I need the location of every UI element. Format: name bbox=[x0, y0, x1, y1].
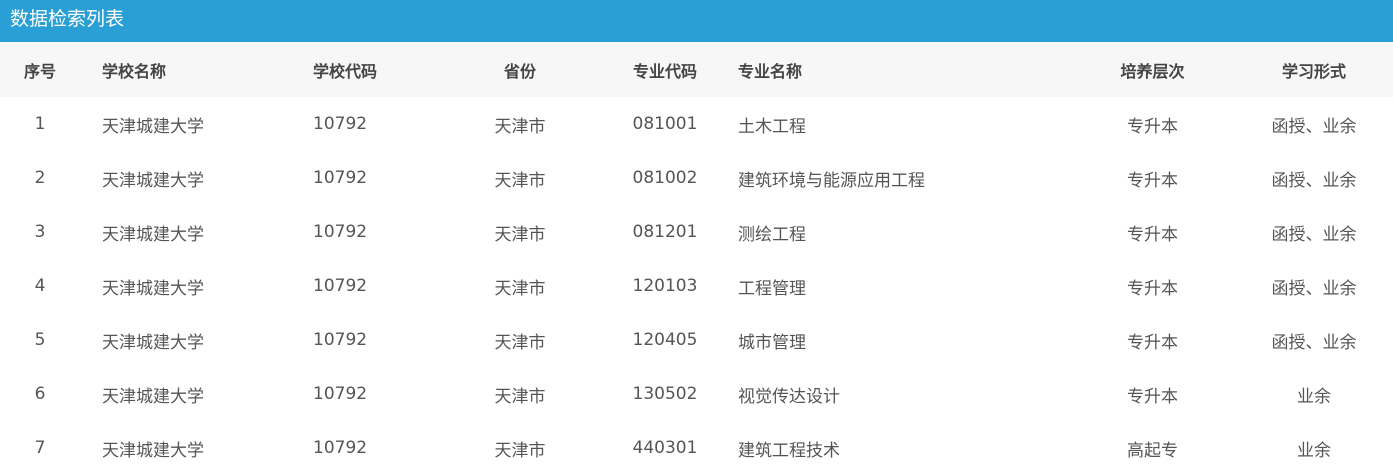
school-code-cell: 10792 bbox=[313, 168, 368, 188]
table-row[interactable]: 7 天津城建大学 10792 天津市 440301 建筑工程技术 高起专 业余 bbox=[0, 421, 1393, 475]
school-code-cell: 10792 bbox=[313, 384, 368, 404]
province-cell: 天津市 bbox=[494, 224, 546, 245]
major-name-cell: 建筑工程技术 bbox=[738, 440, 840, 461]
school-name-cell: 天津城建大学 bbox=[102, 386, 204, 407]
table-row[interactable]: 3 天津城建大学 10792 天津市 081201 测绘工程 专升本 函授、业余 bbox=[0, 205, 1393, 259]
school-code-cell: 10792 bbox=[313, 222, 368, 242]
study-mode-cell: 函授、业余 bbox=[1271, 224, 1357, 245]
province-cell: 天津市 bbox=[494, 386, 546, 407]
row-index-cell: 2 bbox=[34, 168, 46, 188]
major-name-cell: 土木工程 bbox=[738, 116, 806, 137]
major-code-cell: 440301 bbox=[632, 438, 698, 458]
province-cell: 天津市 bbox=[494, 332, 546, 353]
major-code-cell: 081201 bbox=[632, 222, 698, 242]
major-code-cell: 120103 bbox=[632, 276, 698, 296]
row-index-cell: 1 bbox=[34, 114, 46, 134]
column-header[interactable]: 培养层次 bbox=[1070, 42, 1235, 97]
major-name-cell: 视觉传达设计 bbox=[738, 386, 840, 407]
table-header-row: 序号 学校名称 学校代码 省份 专业代码 专业名称 培养层次 学习形式 bbox=[0, 42, 1393, 97]
study-mode-cell: 函授、业余 bbox=[1271, 170, 1357, 191]
study-mode-cell: 函授、业余 bbox=[1271, 278, 1357, 299]
education-level-cell: 专升本 bbox=[1127, 386, 1178, 407]
province-cell: 天津市 bbox=[494, 278, 546, 299]
row-index-cell: 7 bbox=[34, 438, 46, 458]
education-level-cell: 专升本 bbox=[1127, 278, 1178, 299]
study-mode-cell: 业余 bbox=[1297, 440, 1331, 461]
school-name-cell: 天津城建大学 bbox=[102, 440, 204, 461]
table-row[interactable]: 1 天津城建大学 10792 天津市 081001 土木工程 专升本 函授、业余 bbox=[0, 97, 1393, 151]
school-code-cell: 10792 bbox=[313, 330, 368, 350]
school-code-cell: 10792 bbox=[313, 276, 368, 296]
major-name-cell: 测绘工程 bbox=[738, 224, 806, 245]
major-code-cell: 120405 bbox=[632, 330, 698, 350]
row-index-cell: 6 bbox=[34, 384, 46, 404]
school-name-cell: 天津城建大学 bbox=[102, 278, 204, 299]
study-mode-cell: 函授、业余 bbox=[1271, 116, 1357, 137]
province-cell: 天津市 bbox=[494, 170, 546, 191]
table-row[interactable]: 2 天津城建大学 10792 天津市 081002 建筑环境与能源应用工程 专升本 函授、业余 bbox=[0, 151, 1393, 205]
column-header[interactable]: 省份 bbox=[440, 42, 600, 97]
school-code-cell: 10792 bbox=[313, 114, 368, 134]
column-header[interactable]: 专业代码 bbox=[600, 42, 730, 97]
education-level-cell: 专升本 bbox=[1127, 332, 1178, 353]
school-name-cell: 天津城建大学 bbox=[102, 170, 204, 191]
education-level-cell: 专升本 bbox=[1127, 116, 1178, 137]
school-code-cell: 10792 bbox=[313, 438, 368, 458]
school-name-cell: 天津城建大学 bbox=[102, 332, 204, 353]
table-row[interactable]: 4 天津城建大学 10792 天津市 120103 工程管理 专升本 函授、业余 bbox=[0, 259, 1393, 313]
school-name-cell: 天津城建大学 bbox=[102, 116, 204, 137]
study-mode-cell: 函授、业余 bbox=[1271, 332, 1357, 353]
row-index-cell: 3 bbox=[34, 222, 46, 242]
column-header[interactable]: 学校名称 bbox=[80, 42, 300, 97]
table-body: 1 天津城建大学 10792 天津市 081001 土木工程 专升本 函授、业余 2 天津城建大学… bbox=[0, 97, 1393, 475]
major-code-cell: 081002 bbox=[632, 168, 698, 188]
column-header[interactable]: 序号 bbox=[0, 42, 80, 97]
education-level-cell: 专升本 bbox=[1127, 224, 1178, 245]
major-name-cell: 建筑环境与能源应用工程 bbox=[738, 170, 925, 191]
school-name-cell: 天津城建大学 bbox=[102, 224, 204, 245]
column-header[interactable]: 学校代码 bbox=[300, 42, 440, 97]
major-name-cell: 城市管理 bbox=[738, 332, 806, 353]
education-level-cell: 专升本 bbox=[1127, 170, 1178, 191]
data-table: 序号 学校名称 学校代码 省份 专业代码 专业名称 培养层次 学习形式 1 天津城… bbox=[0, 42, 1393, 475]
row-index-cell: 5 bbox=[34, 330, 46, 350]
study-mode-cell: 业余 bbox=[1297, 386, 1331, 407]
province-cell: 天津市 bbox=[494, 116, 546, 137]
column-header[interactable]: 学习形式 bbox=[1235, 42, 1393, 97]
panel-title: 数据检索列表 bbox=[0, 0, 1393, 42]
column-header[interactable]: 专业名称 bbox=[730, 42, 1070, 97]
education-level-cell: 高起专 bbox=[1127, 440, 1178, 461]
province-cell: 天津市 bbox=[494, 440, 546, 461]
major-code-cell: 130502 bbox=[632, 384, 698, 404]
major-name-cell: 工程管理 bbox=[738, 278, 806, 299]
table-row[interactable]: 5 天津城建大学 10792 天津市 120405 城市管理 专升本 函授、业余 bbox=[0, 313, 1393, 367]
table-row[interactable]: 6 天津城建大学 10792 天津市 130502 视觉传达设计 专升本 业余 bbox=[0, 367, 1393, 421]
major-code-cell: 081001 bbox=[632, 114, 698, 134]
row-index-cell: 4 bbox=[34, 276, 46, 296]
